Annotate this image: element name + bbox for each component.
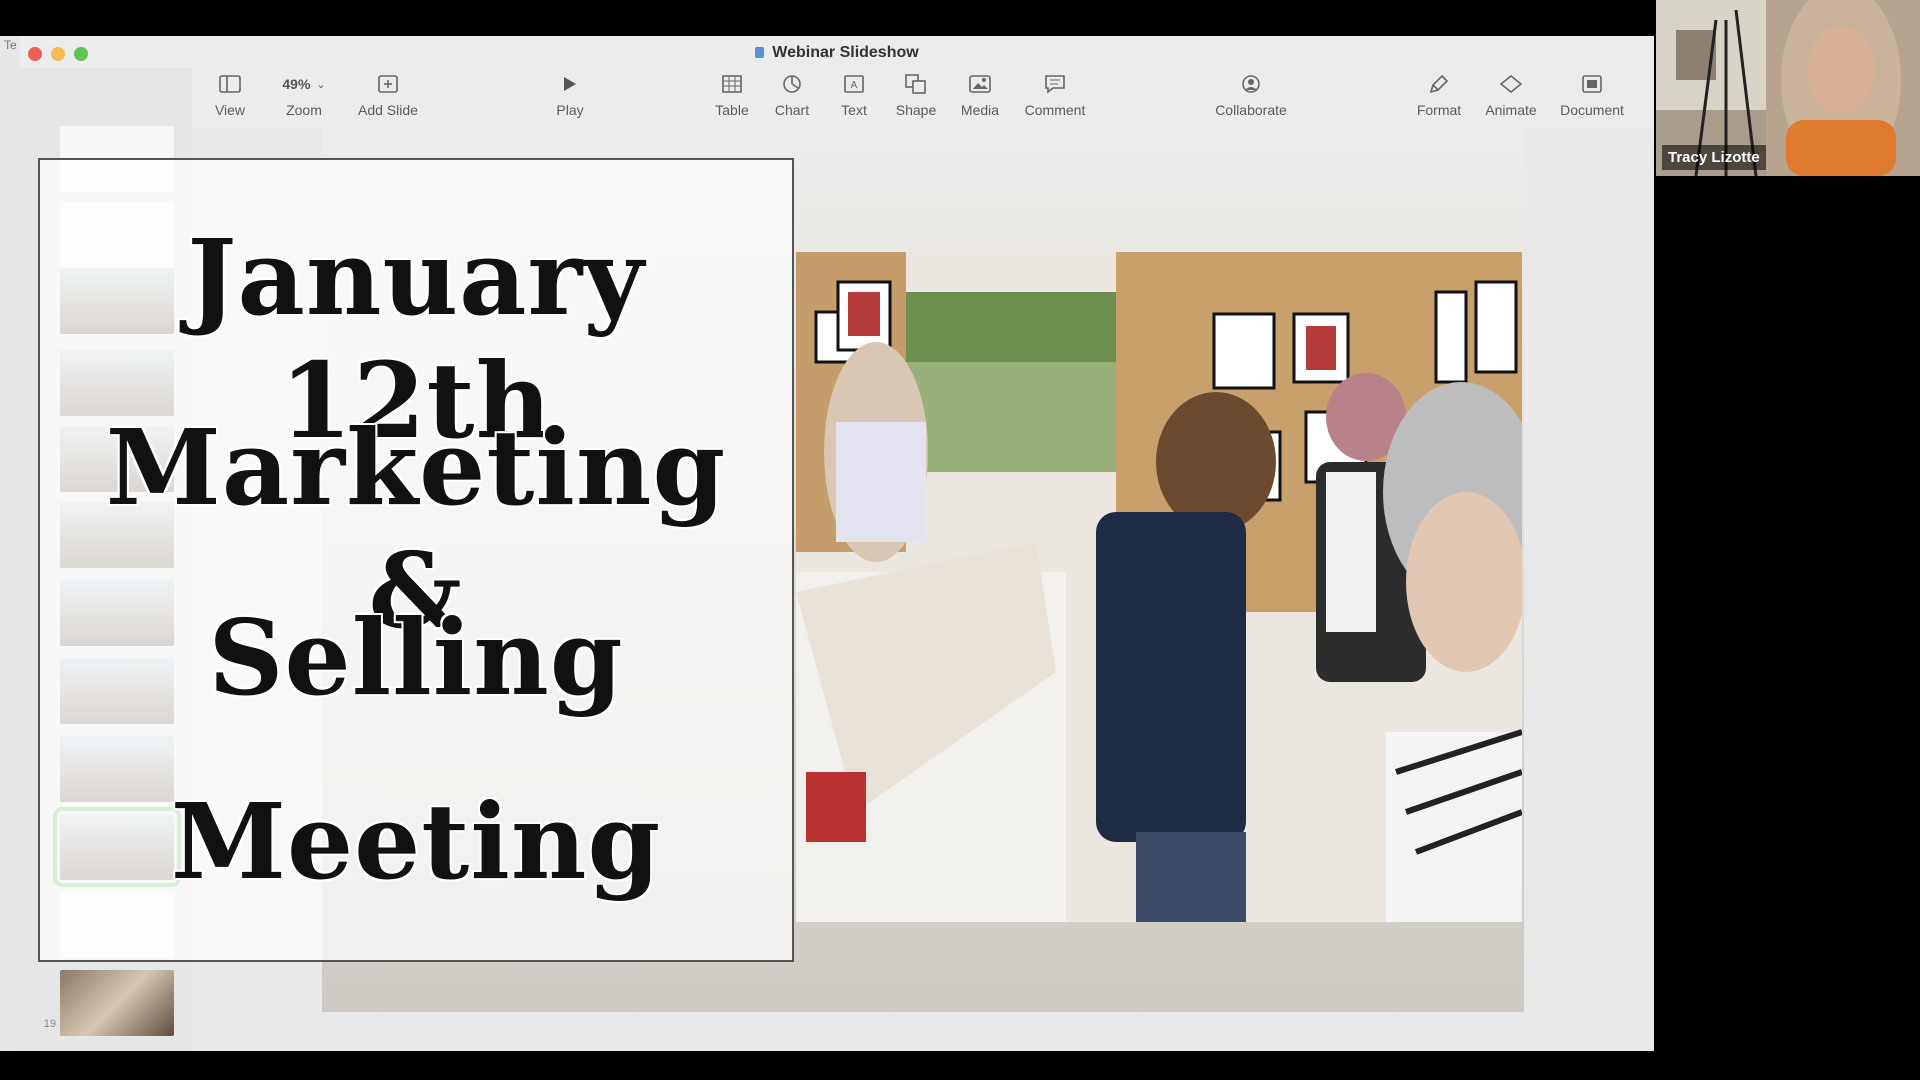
background-app-tab-text: Te <box>4 38 17 52</box>
view-button[interactable]: View <box>210 70 250 118</box>
sidebar-icon <box>210 70 250 98</box>
slide-title-line-3: Selling <box>208 596 624 719</box>
animate-button[interactable]: Animate <box>1482 70 1540 118</box>
comment-icon <box>1020 70 1090 98</box>
participant-video[interactable]: Tracy Lizotte <box>1656 0 1920 176</box>
chart-label: Chart <box>774 102 810 118</box>
table-label: Table <box>715 102 749 118</box>
view-label: View <box>214 102 246 118</box>
text-label: Text <box>841 102 867 118</box>
media-icon <box>956 70 1004 98</box>
add-slide-icon <box>352 70 424 98</box>
media-button[interactable]: Media <box>956 70 1004 118</box>
document-inspector-icon <box>1556 70 1628 98</box>
format-button[interactable]: Format <box>1414 70 1464 118</box>
document-button[interactable]: Document <box>1556 70 1628 118</box>
document-title-text: Webinar Slideshow <box>772 44 919 61</box>
animate-label: Animate <box>1485 102 1537 118</box>
document-title: Webinar Slideshow <box>20 44 1654 62</box>
slide-title-box[interactable]: January 12th Marketing & Selling Meeting <box>38 158 794 962</box>
table-button[interactable]: Table <box>710 70 754 118</box>
animate-icon <box>1482 70 1540 98</box>
zoom-value: 49% <box>282 76 311 92</box>
play-button[interactable]: Play <box>550 70 590 118</box>
document-icon <box>755 47 765 58</box>
shape-icon <box>892 70 940 98</box>
text-box-icon: A <box>834 70 874 98</box>
collaborate-label: Collaborate <box>1215 102 1287 118</box>
title-bar: Webinar Slideshow <box>20 36 1654 68</box>
craft-fair-photo <box>796 252 1522 922</box>
slide-thumbnail[interactable] <box>60 970 174 1036</box>
chevron-down-icon: ⌄ <box>316 78 326 91</box>
zoom-control[interactable]: 49% ⌄ Zoom <box>278 70 330 118</box>
shape-button[interactable]: Shape <box>892 70 940 118</box>
participant-name: Tracy Lizotte <box>1662 145 1766 170</box>
zoom-label: Zoom <box>286 102 322 118</box>
slide-title-line-4: Meeting <box>170 780 662 903</box>
slide-photo <box>796 252 1522 922</box>
comment-button[interactable]: Comment <box>1020 70 1090 118</box>
paintbrush-icon <box>1414 70 1464 98</box>
slide-number: 19 <box>43 1018 56 1030</box>
background-app-strip: Te <box>0 36 20 1051</box>
add-slide-button[interactable]: Add Slide <box>352 70 424 118</box>
collaborate-button[interactable]: Collaborate <box>1210 70 1292 118</box>
play-label: Play <box>556 102 584 118</box>
format-label: Format <box>1416 102 1462 118</box>
play-icon <box>550 70 590 98</box>
media-label: Media <box>960 102 1000 118</box>
add-slide-label: Add Slide <box>358 102 418 118</box>
shape-label: Shape <box>895 102 937 118</box>
svg-text:A: A <box>851 80 858 91</box>
document-label: Document <box>1560 102 1624 118</box>
comment-label: Comment <box>1024 102 1086 118</box>
chart-button[interactable]: Chart <box>770 70 814 118</box>
collaborate-icon <box>1210 70 1292 98</box>
table-icon <box>710 70 754 98</box>
chart-icon <box>770 70 814 98</box>
text-button[interactable]: A Text <box>834 70 874 118</box>
